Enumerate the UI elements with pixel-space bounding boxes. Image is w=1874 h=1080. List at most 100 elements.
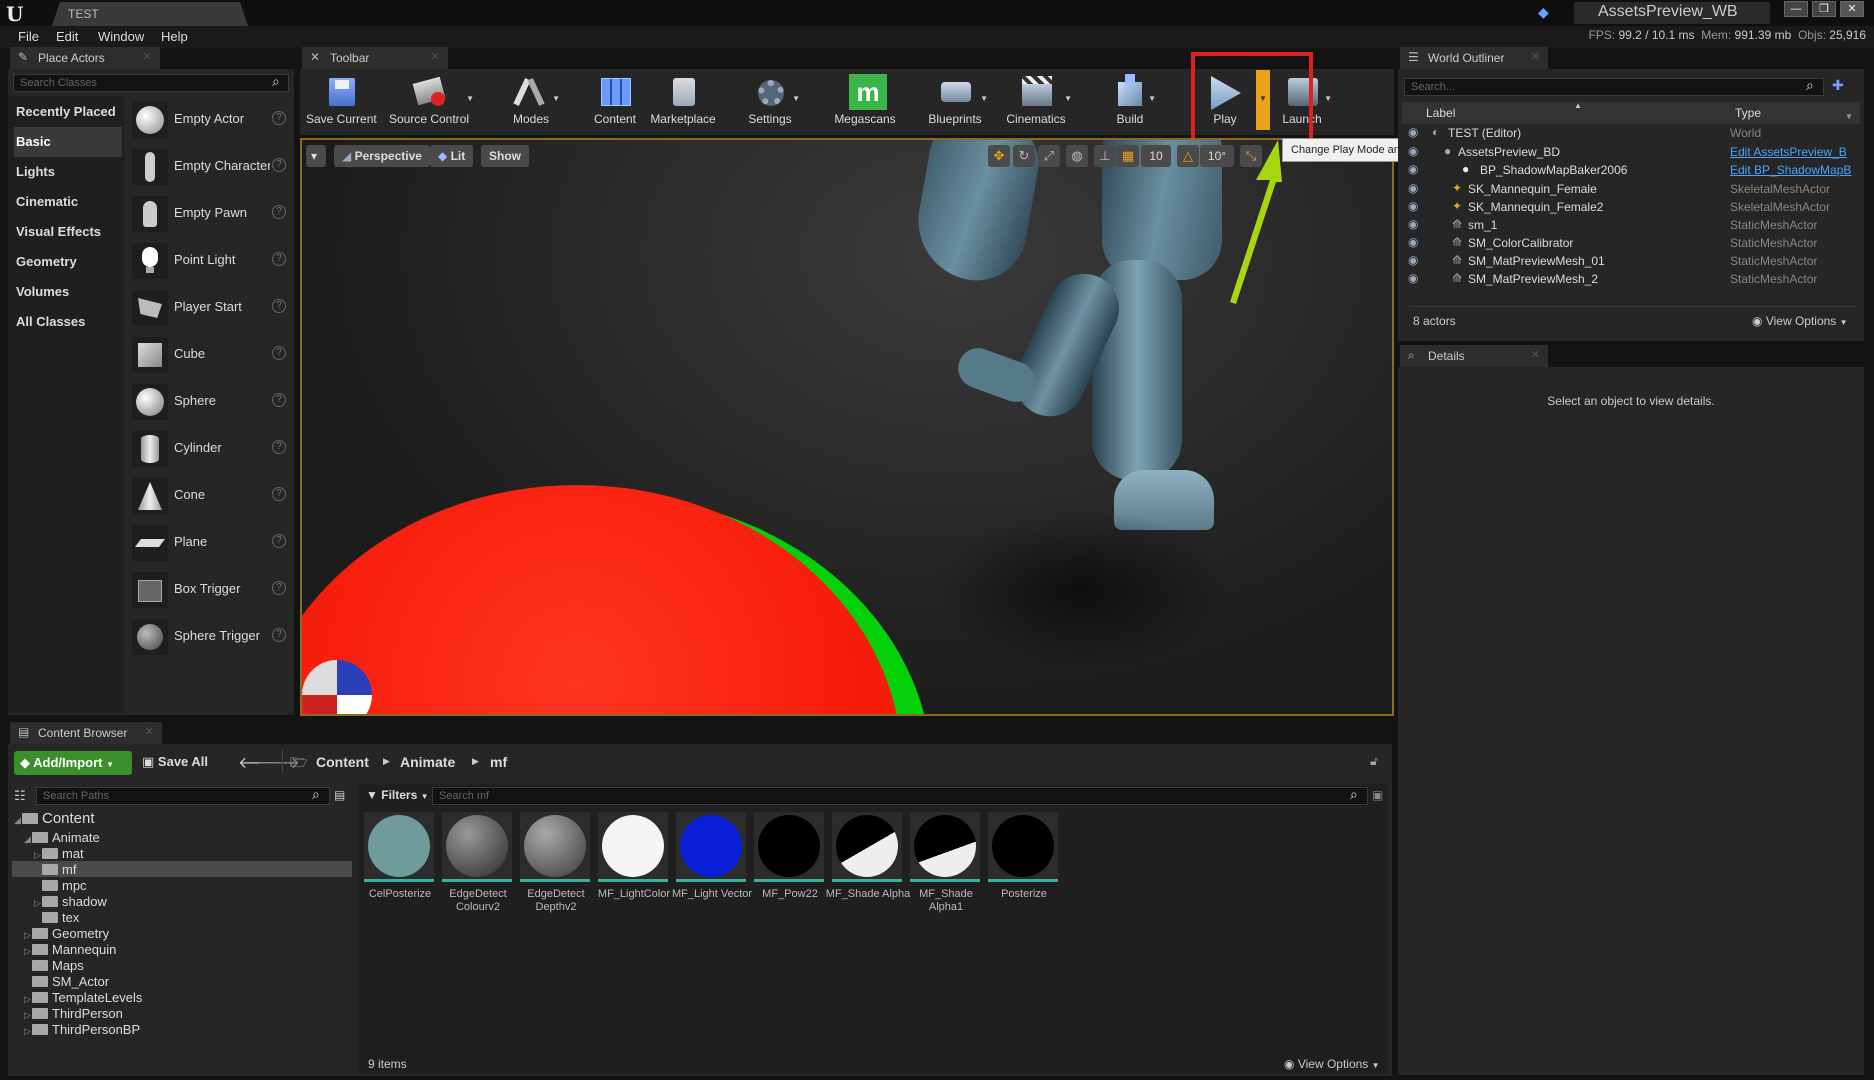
search-classes-input[interactable]: Search Classes xyxy=(13,74,289,92)
show-button[interactable]: Show xyxy=(481,145,529,167)
category-lights[interactable]: Lights xyxy=(14,157,122,187)
world-outliner-tab[interactable]: ☰ World Outliner ✕ xyxy=(1400,47,1548,69)
actor-empty-character[interactable]: Empty Character? xyxy=(130,145,292,192)
tree-item-mpc[interactable]: mpc xyxy=(34,878,87,894)
save-current-button[interactable]: Save Current xyxy=(306,72,377,132)
help-icon[interactable]: ? xyxy=(272,581,286,595)
actor-plane[interactable]: Plane? xyxy=(130,521,292,568)
search-paths-input[interactable]: Search Paths xyxy=(36,787,330,805)
eye-icon[interactable]: ◉ xyxy=(1408,162,1418,176)
eye-icon[interactable]: ◉ xyxy=(1408,125,1418,139)
content-browser-tab[interactable]: ▤ Content Browser ✕ xyxy=(10,722,162,744)
asset-mf-shade-alpha[interactable]: MF_Shade Alpha xyxy=(826,812,910,922)
save-search-icon[interactable]: ▣ xyxy=(1372,788,1383,802)
edit-blueprint-link[interactable]: Edit AssetsPreview_B xyxy=(1730,145,1860,159)
help-icon[interactable]: ? xyxy=(272,628,286,642)
type-column-header[interactable]: Type xyxy=(1735,106,1761,120)
actor-player-start[interactable]: Player Start? xyxy=(130,286,292,333)
menu-window[interactable]: Window xyxy=(98,29,144,44)
help-icon[interactable]: ? xyxy=(272,299,286,313)
tab-close-icon[interactable]: ✕ xyxy=(145,725,154,738)
category-volumes[interactable]: Volumes xyxy=(14,277,122,307)
tree-item-sm-actor[interactable]: SM_Actor xyxy=(24,974,109,990)
tree-item-content[interactable]: ◢ Content xyxy=(14,810,95,827)
menu-file[interactable]: File xyxy=(18,29,39,44)
edit-blueprint-link[interactable]: Edit BP_ShadowMapB xyxy=(1730,163,1860,177)
outliner-row-sk-mannequin-female2[interactable]: ◉ ✦ SK_Mannequin_Female2 SkeletalMeshActor xyxy=(1400,198,1862,216)
outliner-row-assetspreview-bd[interactable]: ◉ ● AssetsPreview_BD Edit AssetsPreview_B xyxy=(1400,143,1862,161)
perspective-button[interactable]: ◢ Perspective xyxy=(334,145,430,167)
settings-button[interactable]: Settings ▼ xyxy=(744,72,800,132)
tab-close-icon[interactable]: ✕ xyxy=(1531,348,1540,361)
dropdown-arrow-icon[interactable]: ▼ xyxy=(1324,94,1332,103)
tab-close-icon[interactable]: ✕ xyxy=(431,50,440,63)
rotation-snap-icon[interactable]: △ xyxy=(1177,145,1199,167)
surface-snap-icon[interactable]: ⊥ xyxy=(1094,145,1116,167)
source-control-button[interactable]: Source Control ▼ xyxy=(388,72,474,132)
tree-item-mf[interactable]: mf xyxy=(34,862,76,878)
eye-icon[interactable]: ◉ xyxy=(1408,235,1418,249)
asset-posterize[interactable]: Posterize xyxy=(988,812,1060,922)
world-space-icon[interactable]: ◍ xyxy=(1066,145,1088,167)
help-icon[interactable]: ? xyxy=(272,111,286,125)
actor-cube[interactable]: Cube? xyxy=(130,333,292,380)
maximize-button[interactable]: ❐ xyxy=(1812,1,1836,17)
build-button[interactable]: Build ▼ xyxy=(1108,72,1156,132)
actor-cone[interactable]: Cone? xyxy=(130,474,292,521)
actor-empty-pawn[interactable]: Empty Pawn? xyxy=(130,192,292,239)
grid-snap-value[interactable]: 10 xyxy=(1141,145,1171,167)
lit-button[interactable]: ◆ Lit xyxy=(430,145,474,167)
category-visual-effects[interactable]: Visual Effects xyxy=(14,217,122,247)
tree-item-animate[interactable]: ◢ Animate xyxy=(24,830,100,846)
dropdown-arrow-icon[interactable]: ▼ xyxy=(792,94,800,103)
asset-edgedetect-colourv2[interactable]: EdgeDetect Colourv2 xyxy=(442,812,514,922)
details-tab[interactable]: ⌕ Details ✕ xyxy=(1400,345,1548,367)
menu-edit[interactable]: Edit xyxy=(56,29,78,44)
help-icon[interactable]: ? xyxy=(272,252,286,266)
eye-icon[interactable]: ◉ xyxy=(1408,144,1418,158)
help-icon[interactable]: ? xyxy=(272,534,286,548)
breadcrumb-mf[interactable]: mf xyxy=(490,754,507,770)
outliner-row-sm-1[interactable]: ◉ ⟰ sm_1 StaticMeshActor xyxy=(1400,216,1862,234)
dropdown-arrow-icon[interactable]: ▼ xyxy=(980,94,988,103)
toolbar-tab[interactable]: ✕ Toolbar ✕ xyxy=(302,47,448,69)
rotate-tool-icon[interactable]: ↻ xyxy=(1013,145,1035,167)
category-all-classes[interactable]: All Classes xyxy=(14,307,122,337)
breadcrumb-animate[interactable]: Animate xyxy=(400,754,455,770)
minimize-button[interactable]: — xyxy=(1784,1,1808,17)
dropdown-arrow-icon[interactable]: ▼ xyxy=(466,94,474,103)
list-view-icon[interactable]: ▤ xyxy=(334,788,345,802)
asset-mf-pow22[interactable]: MF_Pow22 xyxy=(754,812,826,922)
actor-point-light[interactable]: Point Light? xyxy=(130,239,292,286)
outliner-view-options[interactable]: ◉ View Options ▼ xyxy=(1752,314,1848,328)
megascans-button[interactable]: m Megascans xyxy=(830,72,900,132)
document-tab[interactable]: TEST xyxy=(52,2,248,26)
help-icon[interactable]: ? xyxy=(272,158,286,172)
category-basic[interactable]: Basic xyxy=(14,127,122,157)
outliner-row-sm-colorcalibrator[interactable]: ◉ ⟰ SM_ColorCalibrator StaticMeshActor xyxy=(1400,234,1862,252)
help-icon[interactable]: ? xyxy=(272,346,286,360)
scale-tool-icon[interactable]: ⤢ xyxy=(1038,145,1060,167)
actor-box-trigger[interactable]: Box Trigger? xyxy=(130,568,292,615)
asset-mf-shade-alpha1[interactable]: MF_Shade Alpha1 xyxy=(910,812,982,922)
tab-close-icon[interactable]: ✕ xyxy=(1531,50,1540,63)
marketplace-button[interactable]: Marketplace xyxy=(648,72,718,132)
grid-snap-icon[interactable]: ▦ xyxy=(1117,145,1139,167)
tree-item-mat[interactable]: ▷ mat xyxy=(34,846,84,862)
breadcrumb-content[interactable]: Content xyxy=(316,754,369,770)
outliner-search-input[interactable]: Search... xyxy=(1404,78,1824,96)
dropdown-arrow-icon[interactable]: ▼ xyxy=(1064,94,1072,103)
asset-search-input[interactable]: Search mf xyxy=(432,787,1368,805)
asset-celposterize[interactable]: CelPosterize xyxy=(364,812,436,922)
viewport-menu-button[interactable]: ▾ xyxy=(306,145,326,167)
translate-tool-icon[interactable]: ✥ xyxy=(988,145,1010,167)
modes-button[interactable]: Modes ▼ xyxy=(506,72,560,132)
tab-close-icon[interactable]: ✕ xyxy=(143,50,152,63)
filters-button[interactable]: ▼ Filters ▼ xyxy=(366,788,429,802)
category-recently-placed[interactable]: Recently Placed xyxy=(14,97,122,127)
blueprints-button[interactable]: Blueprints ▼ xyxy=(926,72,988,132)
help-icon[interactable]: ? xyxy=(272,487,286,501)
cinematics-button[interactable]: Cinematics ▼ xyxy=(1004,72,1072,132)
dropdown-arrow-icon[interactable]: ▼ xyxy=(552,94,560,103)
lock-icon[interactable]: 🔓︎ xyxy=(1370,754,1378,769)
